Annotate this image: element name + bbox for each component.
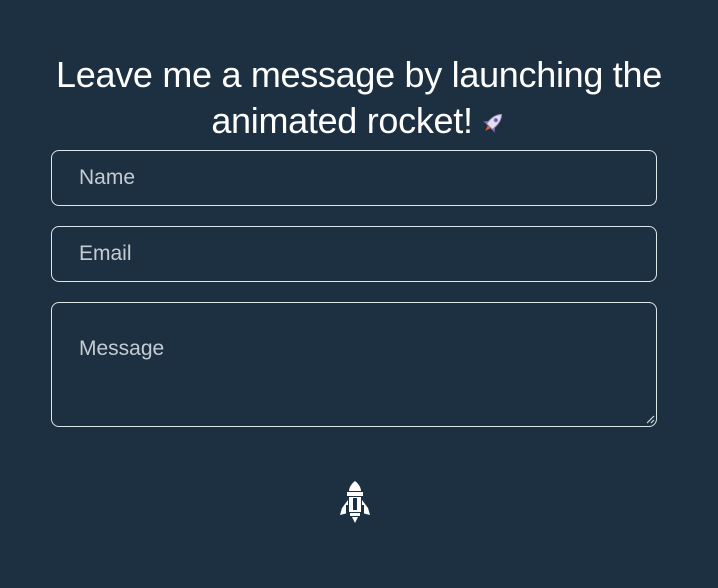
launch-rocket-button[interactable] (334, 480, 376, 524)
heading-line-2-text: animated rocket! (211, 100, 473, 142)
contact-page: Leave me a message by launching the anim… (0, 0, 718, 588)
resize-handle-icon[interactable] (645, 414, 655, 424)
message-textarea[interactable] (51, 302, 657, 427)
page-heading: Leave me a message by launching the anim… (0, 52, 718, 144)
name-input[interactable] (51, 150, 657, 206)
rocket-icon (340, 481, 370, 523)
heading-line-1: Leave me a message by launching the (56, 54, 662, 96)
heading-line-2: animated rocket! (0, 98, 718, 144)
rocket-emoji-icon (482, 114, 502, 134)
email-input[interactable] (51, 226, 657, 282)
